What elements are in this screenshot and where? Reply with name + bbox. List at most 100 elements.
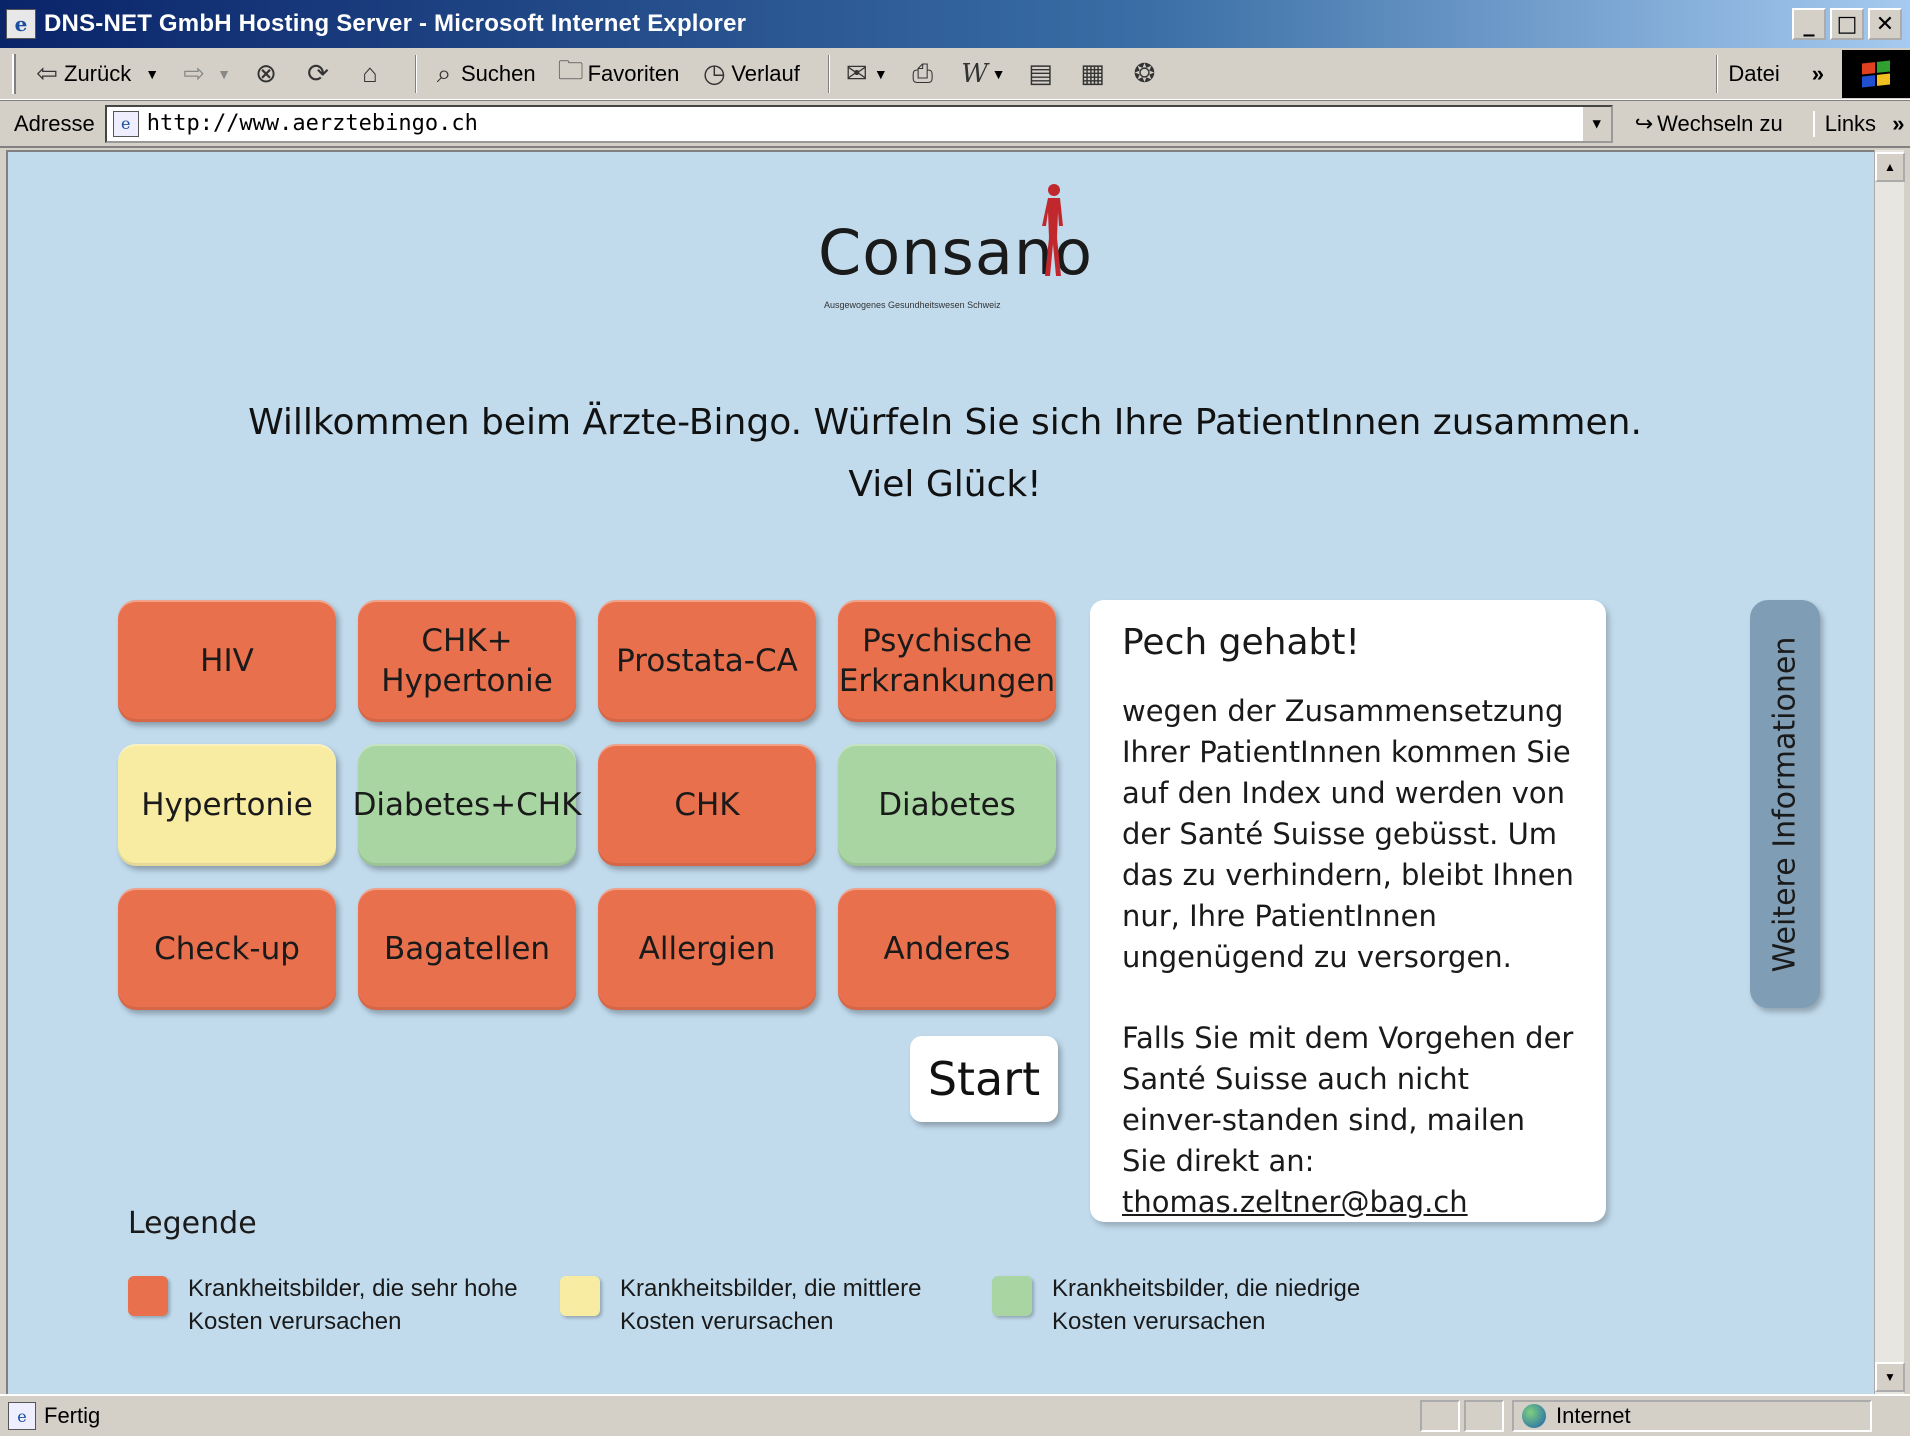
back-arrow-icon: ⇦ (36, 58, 58, 88)
tile-anderes[interactable]: Anderes (838, 888, 1056, 1010)
messenger-button[interactable]: ▦ (1076, 57, 1110, 91)
favorites-label: Favoriten (587, 60, 680, 86)
legend: Krankheitsbilder, die sehr hohe Kosten v… (128, 1272, 1424, 1338)
grid-icon: ▦ (1080, 58, 1105, 88)
tile-chk-hypertonie[interactable]: CHK+ Hypertonie (358, 600, 576, 722)
message-paragraph: Falls Sie mit dem Vorgehen der Santé Sui… (1122, 1018, 1576, 1223)
chevron-down-icon[interactable]: ▼ (217, 66, 231, 82)
refresh-button[interactable]: ⟳ (301, 57, 335, 91)
tile-prostata-ca[interactable]: Prostata-CA (598, 600, 816, 722)
go-arrow-icon: ↪ (1634, 110, 1654, 136)
links-label: Links (1824, 110, 1877, 136)
go-button[interactable]: ↪ Wechseln zu (1635, 111, 1783, 137)
bingo-grid: HIV CHK+ Hypertonie Prostata-CA Psychisc… (118, 600, 1056, 1010)
document-icon: ▤ (1028, 58, 1053, 88)
legend-item: Krankheitsbilder, die mittlere Kosten ve… (560, 1272, 992, 1338)
tile-allergien[interactable]: Allergien (598, 888, 816, 1010)
scroll-up-button[interactable]: ▲ (1875, 152, 1905, 182)
legend-swatch-high (128, 1276, 168, 1316)
status-text: Fertig (44, 1403, 101, 1428)
realplayer-button[interactable]: ❂ (1128, 57, 1162, 91)
welcome-heading: Willkommen beim Ärzte-Bingo. Würfeln Sie… (248, 402, 1642, 443)
maximize-button[interactable]: □ (1830, 8, 1864, 40)
go-label: Wechseln zu (1657, 110, 1783, 136)
security-zone: Internet (1512, 1400, 1872, 1432)
address-label: Adresse (14, 110, 95, 136)
tile-psychische-erkrankungen[interactable]: Psychische Erkrankungen (838, 600, 1056, 722)
legend-text: Krankheitsbilder, die mittlere Kosten ve… (620, 1275, 922, 1335)
toolbar-separator (827, 54, 830, 93)
human-figure-icon (1042, 184, 1063, 276)
logo-tagline: Ausgewogenes Gesundheitswesen Schweiz (824, 300, 1001, 310)
zone-label: Internet (1556, 1403, 1631, 1428)
toolbar-separator (414, 54, 417, 93)
tile-hypertonie[interactable]: Hypertonie (118, 744, 336, 866)
back-button[interactable]: ⇦ Zurück ▼ (30, 57, 159, 91)
window-controls: _ □ ✕ (1792, 8, 1902, 40)
forward-button[interactable]: ⇨ ▼ (177, 57, 231, 91)
menu-datei[interactable]: Datei (1728, 61, 1779, 87)
toolbar-grip[interactable] (12, 53, 16, 94)
tile-hiv[interactable]: HIV (118, 600, 336, 722)
links-button[interactable]: Links » (1812, 110, 1905, 137)
vertical-scrollbar[interactable]: ▲ ▼ (1874, 150, 1905, 1394)
favorites-folder-icon: 🗀 (557, 54, 584, 85)
mail-icon: ✉ (845, 58, 868, 88)
mail-button[interactable]: ✉ ▼ (840, 57, 888, 91)
minimize-button[interactable]: _ (1792, 8, 1826, 40)
globe-icon (1522, 1404, 1546, 1428)
discuss-button[interactable]: ▤ (1024, 57, 1058, 91)
address-bar: Adresse e http://www.aerztebingo.ch ▼ ↪ … (0, 100, 1910, 148)
message-contact-text: Falls Sie mit dem Vorgehen der Santé Sui… (1122, 1021, 1574, 1178)
more-chevron-icon[interactable]: » (1812, 61, 1824, 87)
home-icon: ⌂ (362, 58, 378, 88)
legend-text: Krankheitsbilder, die niedrige Kosten ve… (1052, 1275, 1361, 1335)
favorites-button[interactable]: 🗀 Favoriten (554, 54, 680, 91)
search-button[interactable]: ⌕ Suchen (427, 57, 536, 91)
search-label: Suchen (460, 60, 536, 86)
refresh-icon: ⟳ (307, 58, 329, 88)
window-titlebar: e DNS-NET GmbH Hosting Server - Microsof… (0, 0, 1910, 48)
message-paragraph: wegen der Zusammensetzung Ihrer PatientI… (1122, 694, 1574, 974)
legend-swatch-low (992, 1276, 1032, 1316)
tile-diabetes-chk[interactable]: Diabetes+CHK (353, 744, 581, 866)
history-icon: ◷ (702, 58, 726, 88)
print-button[interactable]: ⎙ (906, 57, 940, 91)
windows-logo-icon (1842, 50, 1910, 98)
more-chevron-icon: » (1892, 110, 1905, 136)
url-input[interactable]: e http://www.aerztebingo.ch ▼ (104, 104, 1613, 143)
search-icon: ⌕ (436, 57, 452, 88)
legend-text: Krankheitsbilder, die sehr hohe Kosten v… (188, 1275, 518, 1335)
window-title: DNS-NET GmbH Hosting Server - Microsoft … (44, 10, 747, 37)
home-button[interactable]: ⌂ (353, 57, 387, 91)
url-dropdown-button[interactable]: ▼ (1580, 106, 1611, 141)
chevron-down-icon[interactable]: ▼ (145, 66, 159, 82)
tile-diabetes[interactable]: Diabetes (838, 744, 1056, 866)
back-label: Zurück (64, 60, 132, 86)
more-info-tab[interactable]: Weitere Informationen (1750, 600, 1820, 1008)
url-text[interactable]: http://www.aerztebingo.ch (147, 111, 478, 136)
start-button[interactable]: Start (910, 1036, 1058, 1122)
status-bar: e Fertig Internet (0, 1394, 1910, 1436)
tile-bagatellen[interactable]: Bagatellen (358, 888, 576, 1010)
page-icon: e (112, 110, 139, 137)
history-button[interactable]: ◷ Verlauf (697, 57, 800, 91)
legend-swatch-mid (560, 1276, 600, 1316)
tile-check-up[interactable]: Check-up (118, 888, 336, 1010)
close-button[interactable]: ✕ (1868, 8, 1902, 40)
ie-logo-icon: e (6, 9, 36, 39)
edit-button[interactable]: W ▼ (958, 57, 1006, 91)
chevron-down-icon[interactable]: ▼ (992, 66, 1006, 82)
consano-logo[interactable]: Consano Ausgewogenes Gesundheitswesen Sc… (818, 182, 1108, 310)
email-link[interactable]: thomas.zeltner@bag.ch (1122, 1185, 1468, 1219)
stop-button[interactable]: ⊗ (249, 57, 283, 91)
status-cells (1420, 1400, 1504, 1432)
legend-item: Krankheitsbilder, die niedrige Kosten ve… (992, 1272, 1424, 1338)
chevron-down-icon[interactable]: ▼ (874, 66, 888, 82)
message-title: Pech gehabt! (1122, 622, 1360, 663)
printer-icon: ⎙ (912, 57, 934, 88)
tile-chk[interactable]: CHK (598, 744, 816, 866)
status-cell (1420, 1400, 1460, 1432)
scroll-down-button[interactable]: ▼ (1875, 1362, 1905, 1392)
stop-icon: ⊗ (255, 58, 277, 88)
